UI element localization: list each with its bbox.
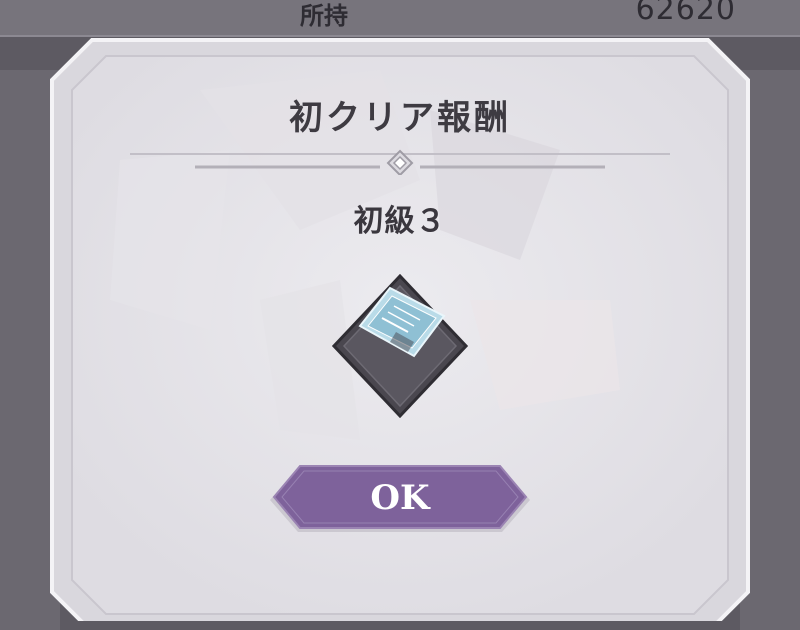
- reward-dialog: 初クリア報酬 初級３ OK: [0, 0, 800, 621]
- ok-button[interactable]: OK: [268, 463, 532, 537]
- reward-name: 初級３: [353, 204, 447, 239]
- reward-item-frame: [332, 274, 468, 418]
- title-divider: [130, 149, 670, 175]
- ok-button-label: OK: [370, 478, 430, 518]
- dialog-title: 初クリア報酬: [289, 98, 511, 138]
